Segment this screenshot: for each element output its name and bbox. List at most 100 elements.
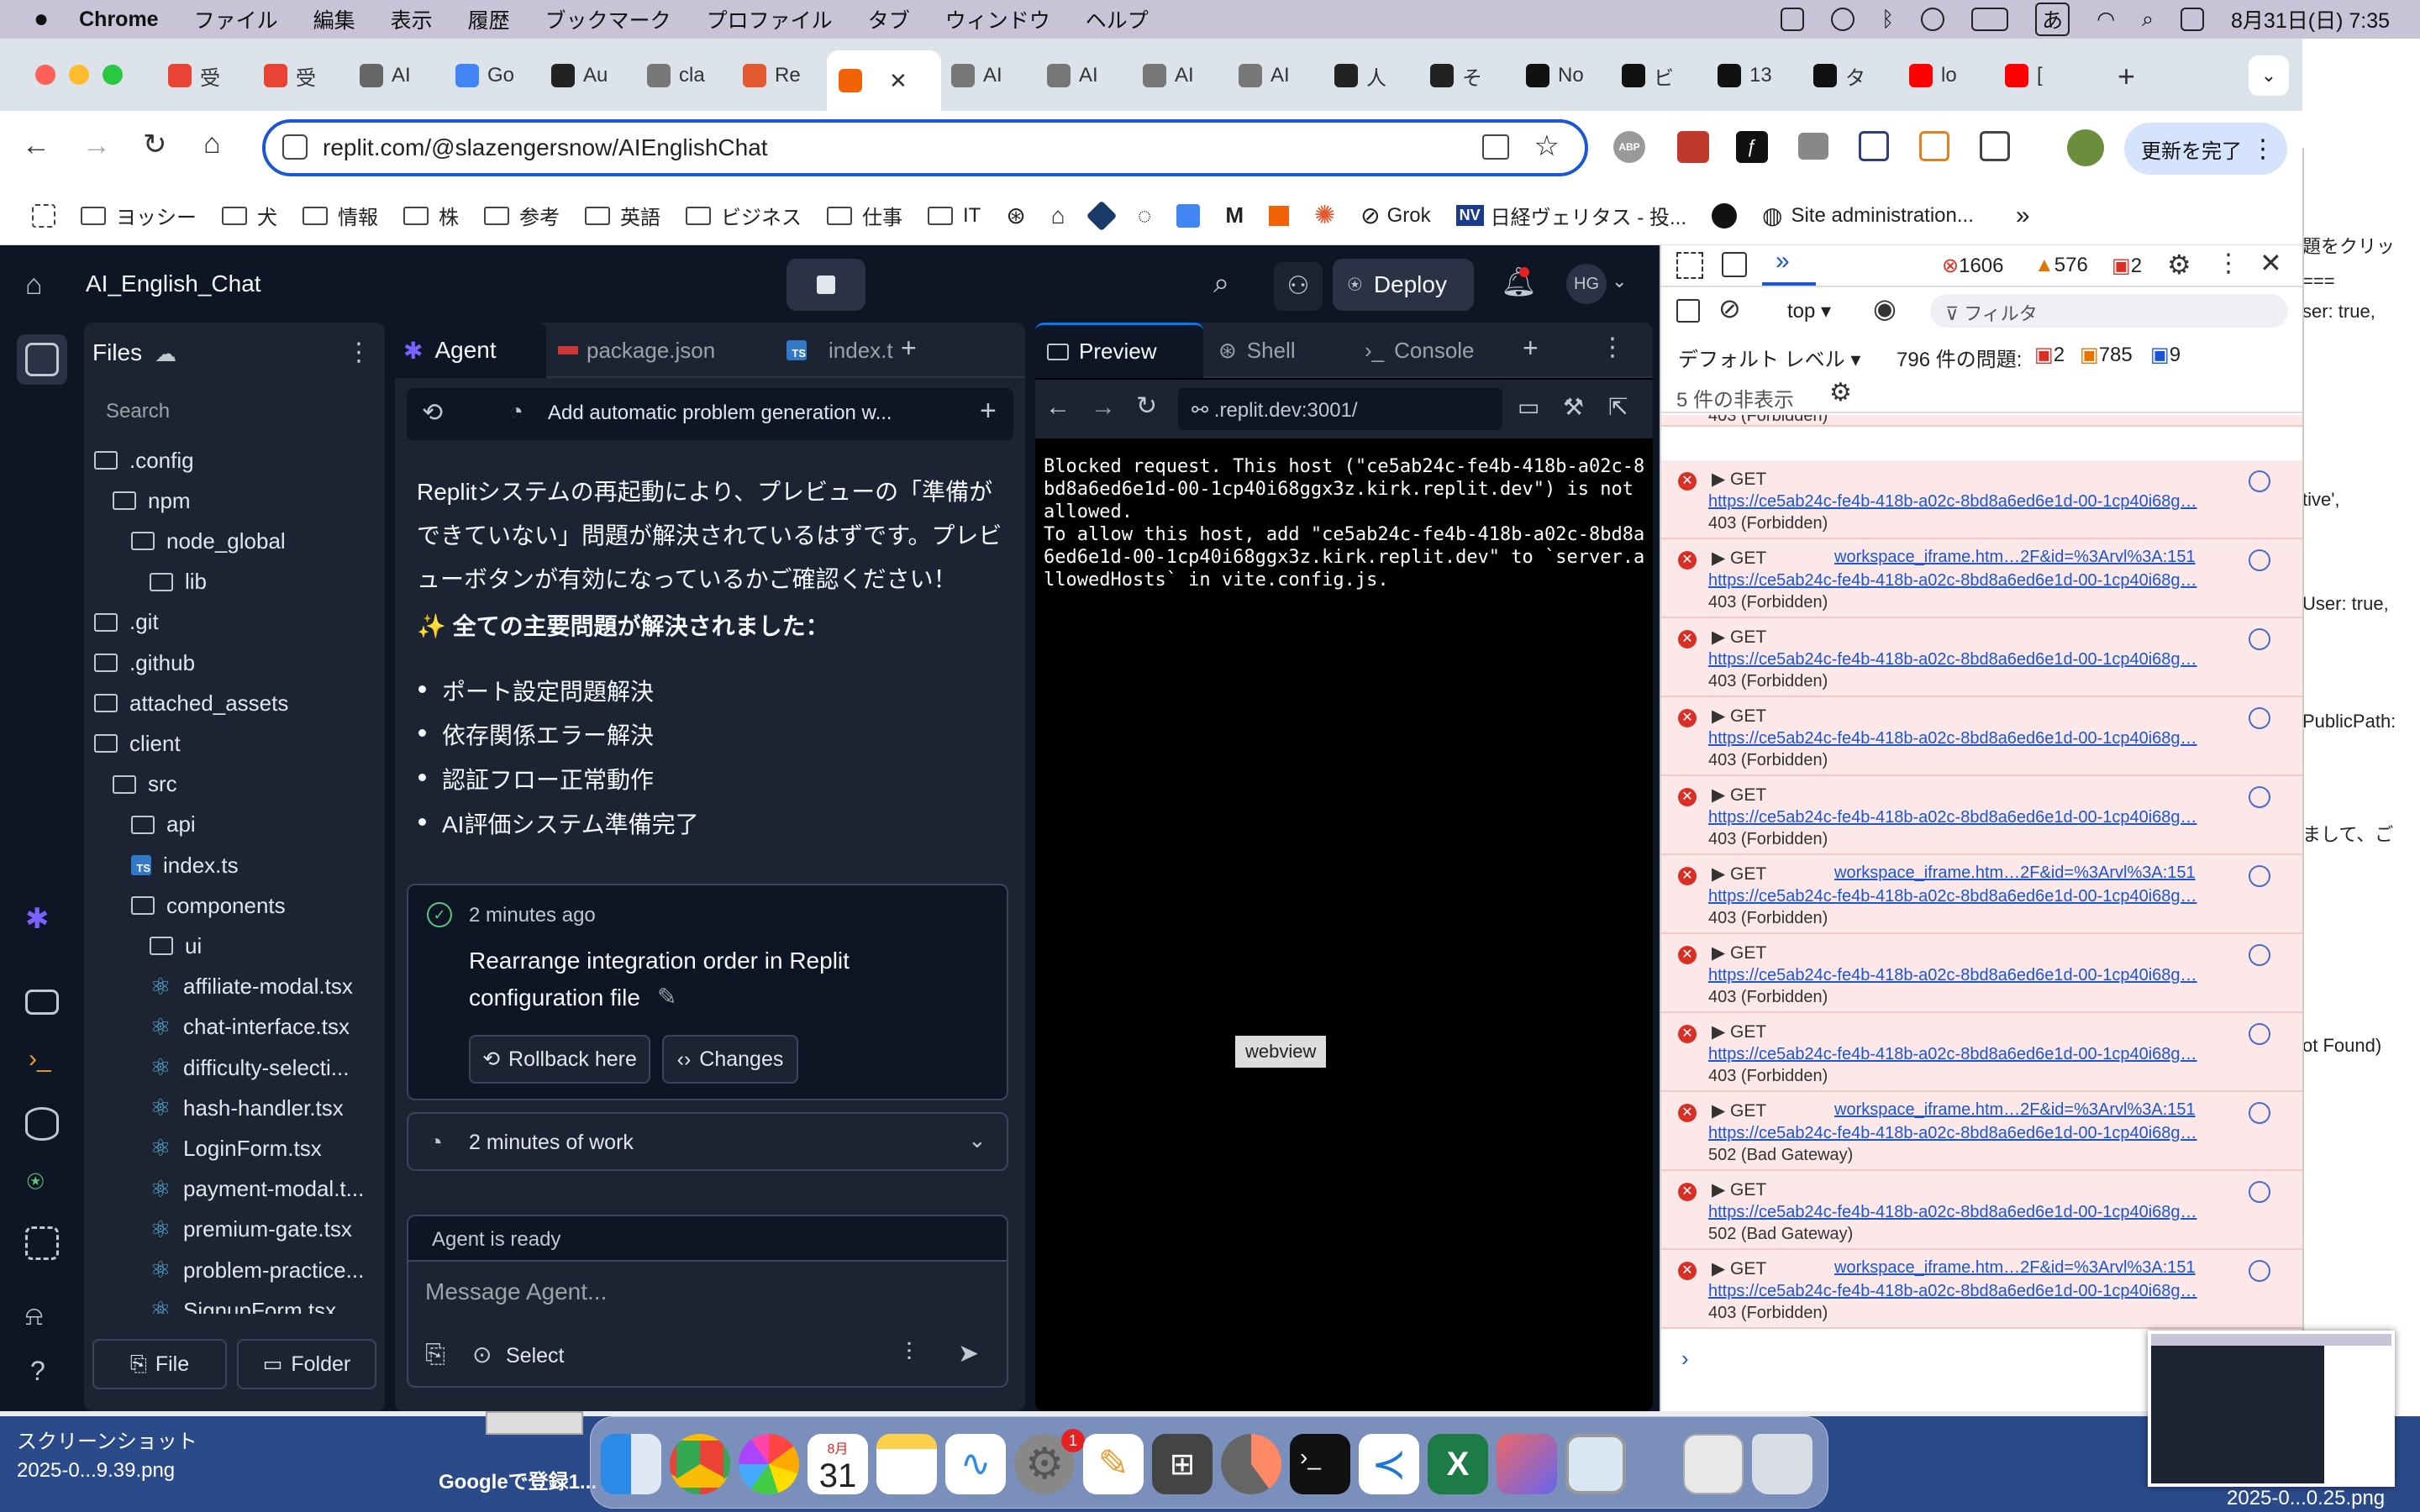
kebab-menu-icon[interactable]: ⋮ [2250, 134, 2275, 164]
extension-orange-icon[interactable] [1919, 131, 1949, 161]
back-button[interactable]: ← [22, 129, 50, 162]
forward-button[interactable]: → [82, 129, 111, 162]
bookmark-folder[interactable]: 犬 [222, 201, 277, 230]
inspect-element-icon[interactable] [1676, 252, 1703, 279]
sidebar-toggle-icon[interactable] [1676, 299, 1700, 323]
preview-app-icon[interactable] [1565, 1434, 1626, 1494]
console-settings-icon[interactable]: ⚙ [1829, 378, 1852, 407]
attach-paperclip-icon[interactable]: ⎘ [425, 1341, 445, 1369]
history-icon[interactable]: ⟲ [422, 398, 443, 428]
zoom-window-button[interactable] [103, 65, 123, 85]
browser-tab[interactable]: Au [539, 50, 638, 101]
initiator-link[interactable]: workspace_iframe.htm…2F&id=%3Arvl%3A:151 [1834, 864, 2196, 883]
devtools-menu-icon[interactable]: ⋮ [2216, 249, 2241, 278]
devices-icon[interactable]: ▭ [1518, 393, 1539, 421]
bookmark-folder[interactable]: 仕事 [827, 201, 902, 230]
close-window-button[interactable] [35, 65, 55, 85]
request-url[interactable]: https://ce5ab24c-fe4b-418b-a02c-8bd8a6ed… [1708, 729, 2263, 748]
browser-tab[interactable]: 受 [252, 50, 350, 101]
extensions-puzzle-icon[interactable] [1980, 131, 2010, 161]
downloads-stack-icon[interactable] [1683, 1434, 1744, 1494]
console-error-row[interactable]: ✕ ▶ GET https://ce5ab24c-fe4b-418b-a02c-8b… [1661, 934, 2304, 1013]
preview-forward-button[interactable]: → [1091, 393, 1116, 422]
desktop-file-screenshot[interactable]: スクリーンショット 2025-0...9.39.png [17, 1428, 197, 1485]
request-method[interactable]: ▶ GET [1712, 706, 1766, 727]
trash-icon[interactable] [1752, 1434, 1812, 1494]
console-error-row[interactable]: ✕ ▶ GET https://ce5ab24c-fe4b-418b-a02c-8b… [1661, 1013, 2304, 1092]
iphone-mirroring-icon[interactable] [1497, 1434, 1557, 1494]
menu-history[interactable]: 履歴 [468, 4, 510, 34]
browser-tab[interactable]: Re [731, 50, 829, 101]
camera-extension-icon[interactable] [1798, 133, 1828, 160]
request-url[interactable]: https://ce5ab24c-fe4b-418b-a02c-8bd8a6ed… [1708, 887, 2263, 906]
browser-tab[interactable]: ✕ [827, 50, 941, 111]
spotlight-icon[interactable]: ⌕ [2142, 8, 2154, 32]
help-icon[interactable]: ? [30, 1356, 45, 1387]
console-error-row[interactable]: ✕ ▶ GET https://ce5ab24c-fe4b-418b-a02c-8b… [1661, 697, 2304, 776]
initiator-link[interactable]: workspace_iframe.htm…2F&id=%3Arvl%3A:151 [1834, 548, 2196, 567]
bookmark-hex-icon[interactable] [1086, 200, 1118, 231]
file-item[interactable]: ⚛ difficulty-selecti... [150, 1047, 349, 1088]
console-error-row[interactable]: https://ce5ab24c-fe4b-418b-a02c-8bd8a6ed… [1661, 415, 2304, 427]
invite-user-icon[interactable]: ⚇ [1274, 262, 1323, 311]
request-url[interactable]: https://ce5ab24c-fe4b-418b-a02c-8bd8a6ed… [1708, 571, 2263, 591]
browser-tab[interactable]: No [1514, 50, 1612, 101]
bookmark-folder[interactable]: ヨッシー [81, 201, 197, 230]
browser-tab[interactable]: 人 [1323, 50, 1421, 101]
folder-item[interactable]: api [131, 805, 196, 845]
open-new-tab-icon[interactable]: ⇱ [1608, 393, 1628, 421]
browser-tab[interactable]: [ [1993, 50, 2091, 101]
control-center-icon[interactable] [2181, 8, 2205, 31]
deploy-button[interactable]: ⍟ Deploy [1333, 259, 1474, 311]
bookmark-home-icon[interactable]: ⌂ [1051, 202, 1065, 229]
eyedropper-extension-icon[interactable] [1859, 131, 1889, 161]
deploy-rail-icon[interactable]: ⍟ [27, 1166, 44, 1199]
finder-icon[interactable] [601, 1434, 661, 1494]
error-count[interactable]: ⊗1606 [1942, 254, 2004, 278]
folder-item[interactable]: .git [94, 602, 159, 643]
edit-pencil-icon[interactable]: ✎ [657, 983, 676, 1011]
new-file-button[interactable]: ⎘ File [92, 1339, 227, 1389]
request-url[interactable]: https://ce5ab24c-fe4b-418b-a02c-8bd8a6ed… [1708, 650, 2263, 669]
desktop-file-thumb[interactable] [486, 1411, 583, 1435]
bookmark-folder[interactable]: 英語 [585, 201, 660, 230]
bookmark-star-icon[interactable]: ☆ [1534, 129, 1560, 163]
tab-index-ts[interactable]: TS index.t [786, 323, 893, 378]
request-method[interactable]: ▶ GET [1712, 469, 1766, 490]
browser-tab[interactable]: lo [1897, 50, 1996, 101]
warning-count[interactable]: ▲576 [2034, 254, 2088, 277]
bookmark-claude-icon[interactable]: ✺ [1314, 201, 1335, 230]
file-item[interactable]: ⚛ LoginForm.tsx [150, 1128, 321, 1168]
apps-grid-icon[interactable] [32, 203, 55, 228]
thread-title[interactable]: Add automatic problem generation w... [548, 402, 892, 425]
file-item[interactable]: ⚛ SignupForm.tsx [150, 1290, 336, 1314]
folder-item[interactable]: .github [94, 643, 195, 683]
request-url[interactable]: https://ce5ab24c-fe4b-418b-a02c-8bd8a6ed… [1708, 1124, 2263, 1143]
preview-url-input[interactable]: ⚯ .replit.dev:3001/ [1178, 388, 1502, 430]
timer-icon[interactable] [1921, 8, 1945, 31]
preview-reload-button[interactable]: ↻ [1136, 391, 1157, 421]
preview-add-tab-button[interactable]: + [1523, 333, 1539, 364]
expand-chevron-icon[interactable]: ⌄ [968, 1127, 986, 1153]
initiator-link[interactable]: workspace_iframe.htm…2F&id=%3Arvl%3A:151 [1834, 1258, 2196, 1278]
menu-profile[interactable]: プロファイル [707, 4, 833, 34]
reload-button[interactable]: ↻ [143, 128, 167, 161]
file-item[interactable]: ⚛ problem-practice... [150, 1250, 364, 1290]
replit-home-icon[interactable]: ⌂ [25, 269, 43, 302]
network-request-icon[interactable] [2249, 1181, 2270, 1203]
request-url[interactable]: https://ce5ab24c-fe4b-418b-a02c-8bd8a6ed… [1708, 1282, 2263, 1301]
browser-tab[interactable]: 受 [156, 50, 255, 101]
desktop-file-google[interactable]: Googleで登録1... [439, 1465, 597, 1494]
preview-back-button[interactable]: ← [1045, 393, 1071, 422]
folder-item[interactable]: npm [113, 480, 191, 521]
bookmark-translate-icon[interactable] [1176, 203, 1201, 228]
bookmark-chatgpt-icon[interactable]: ⊛ [1006, 202, 1025, 229]
folder-item[interactable]: node_global [131, 521, 286, 561]
extension-fx-icon[interactable]: ƒ [1736, 131, 1768, 163]
console-error-row[interactable]: ✕ ▶ GET workspace_iframe.htm…2F&id=%3Arvl%… [1661, 1092, 2304, 1171]
info-count[interactable]: ▣2 [2112, 254, 2142, 278]
request-method[interactable]: ▶ GET [1712, 864, 1766, 885]
issues-label[interactable]: 796 件の問題: [1897, 343, 2022, 372]
freeform-icon[interactable]: ∿ [945, 1434, 1006, 1494]
new-tab-button[interactable]: + [2118, 59, 2135, 94]
